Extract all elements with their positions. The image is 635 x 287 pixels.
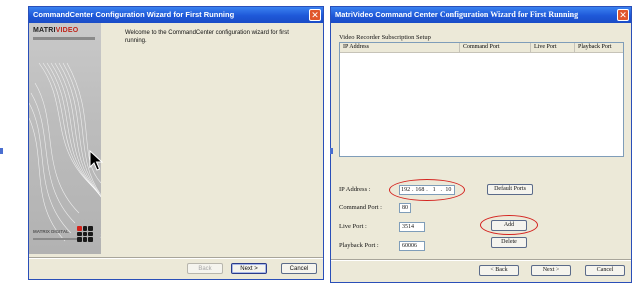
add-highlight-ellipse [480, 215, 538, 235]
recorder-list[interactable]: IP Address Command Port Live Port Playba… [339, 42, 624, 157]
playback-port-label: Playback Port : [339, 242, 379, 249]
configuration-wizard-window: MatriVideo Command Center Configuration … [330, 6, 632, 283]
mouse-pointer-icon [89, 150, 103, 171]
footer-divider [331, 259, 631, 261]
window-resize-handle [0, 148, 3, 154]
footer-divider [29, 257, 323, 259]
welcome-wizard-window: CommandCenter Configuration Wizard for F… [28, 6, 324, 280]
back-button[interactable]: < Back [479, 265, 519, 276]
close-icon: ✕ [619, 10, 627, 20]
wave-lines-graphic [29, 62, 101, 242]
window-resize-handle [330, 148, 333, 154]
command-port-field[interactable]: 80 [399, 203, 411, 213]
brand-name: MATRIX DIGITAL [33, 229, 69, 234]
subscription-section-label: Video Recorder Subscription Setup [339, 34, 431, 41]
next-button[interactable]: Next > [231, 263, 267, 274]
column-ip-address[interactable]: IP Address [340, 43, 460, 52]
column-command-port[interactable]: Command Port [460, 43, 531, 52]
cancel-button[interactable]: Cancel [281, 263, 317, 274]
command-port-label: Command Port : [339, 204, 382, 211]
live-port-label: Live Port : [339, 223, 367, 230]
ip-address-label: IP Address : [339, 186, 371, 193]
brand-dots-icon [77, 226, 93, 242]
close-button[interactable]: ✕ [617, 9, 629, 21]
column-playback-port[interactable]: Playback Port [575, 43, 623, 52]
welcome-text: Welcome to the CommandCenter configurati… [125, 30, 289, 44]
playback-port-field[interactable]: 60006 [399, 241, 425, 251]
back-button[interactable]: Back [187, 263, 223, 274]
live-port-field[interactable]: 3514 [399, 222, 425, 232]
recorder-list-header: IP Address Command Port Live Port Playba… [340, 43, 623, 53]
delete-button[interactable]: Delete [491, 237, 527, 248]
configuration-wizard-title: MatriVideo Command Center Configuration … [331, 7, 631, 23]
column-live-port[interactable]: Live Port [531, 43, 575, 52]
default-ports-button[interactable]: Default Ports [487, 184, 533, 195]
close-icon: ✕ [311, 10, 319, 20]
brand-underline-graphic [33, 238, 81, 240]
cancel-button[interactable]: Cancel [585, 265, 625, 276]
close-button[interactable]: ✕ [309, 9, 321, 21]
welcome-wizard-title: CommandCenter Configuration Wizard for F… [29, 7, 323, 23]
wizard-banner: MATRIVIDEO MATRIX DIGITAL [29, 23, 101, 254]
ip-highlight-ellipse [389, 179, 465, 201]
next-button[interactable]: Next > [531, 265, 571, 276]
